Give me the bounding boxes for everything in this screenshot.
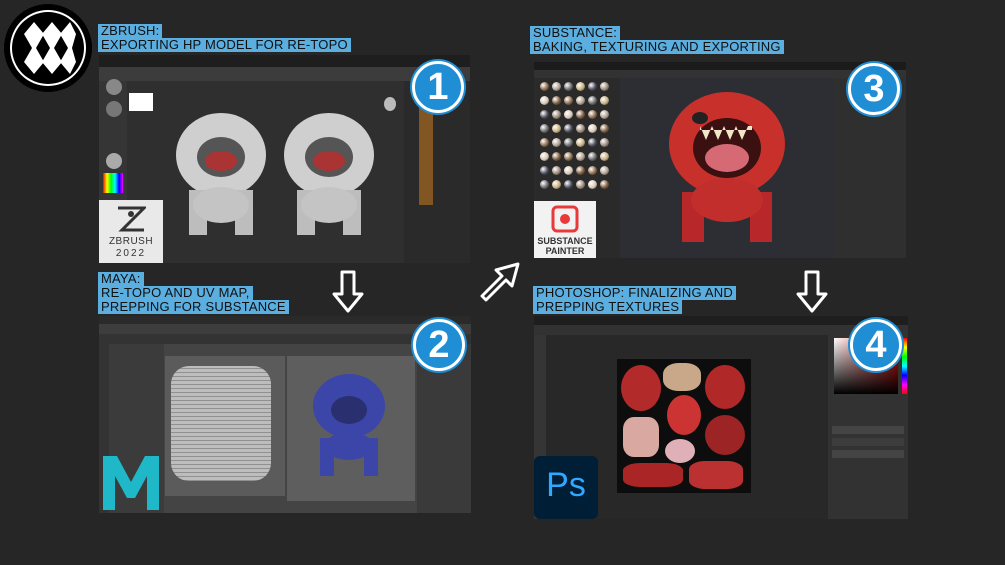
material-swatch	[540, 82, 549, 91]
section-4-title-line-1: PHOTOSHOP: FINALIZING AND	[533, 286, 736, 300]
material-swatch	[540, 152, 549, 161]
material-swatch	[564, 124, 573, 133]
material-swatch	[564, 82, 573, 91]
step-4-badge: 4	[850, 319, 902, 371]
section-2-title-line-2: RE-TOPO AND UV MAP,	[98, 286, 253, 300]
material-swatch	[564, 96, 573, 105]
arrow-down-icon	[332, 270, 364, 313]
material-swatch	[576, 110, 585, 119]
section-3-title-line-1: SUBSTANCE:	[530, 26, 621, 40]
uv-layout	[171, 366, 271, 481]
substance-logo-line-1: SUBSTANCE	[537, 236, 593, 246]
section-3-title-line-2: BAKING, TEXTURING AND EXPORTING	[530, 40, 784, 54]
section-2-title-line-3: PREPPING FOR SUBSTANCE	[98, 300, 289, 314]
material-swatch	[576, 180, 585, 189]
substance-painter-logo: SUBSTANCE PAINTER	[534, 201, 596, 258]
material-swatch	[540, 180, 549, 189]
step-1-badge: 1	[412, 61, 464, 113]
material-swatch	[600, 166, 609, 175]
zbrush-logo-year: 2022	[115, 248, 147, 259]
material-swatch	[600, 124, 609, 133]
material-swatch	[588, 110, 597, 119]
section-4-title-line-2: PREPPING TEXTURES	[533, 300, 683, 314]
section-2-title-line-1: MAYA:	[98, 272, 144, 286]
material-swatch	[540, 166, 549, 175]
photoshop-logo: Ps	[534, 456, 598, 519]
material-swatch	[552, 96, 561, 105]
zbrush-logo-name: ZBRUSH	[108, 236, 154, 247]
material-swatch	[600, 96, 609, 105]
material-swatch	[564, 110, 573, 119]
material-swatch	[600, 82, 609, 91]
brand-logo	[4, 4, 92, 92]
material-swatch	[564, 180, 573, 189]
material-swatch	[552, 166, 561, 175]
maya-logo	[99, 452, 163, 513]
zbrush-model-right	[284, 113, 374, 235]
material-swatch	[588, 166, 597, 175]
material-swatch	[588, 124, 597, 133]
material-swatch	[552, 124, 561, 133]
material-swatch	[552, 138, 561, 147]
material-swatch	[588, 180, 597, 189]
step-2-badge: 2	[413, 319, 465, 371]
material-swatch	[576, 152, 585, 161]
material-swatch	[564, 166, 573, 175]
material-swatch	[552, 180, 561, 189]
maya-wireframe-model	[313, 374, 385, 476]
material-swatch	[564, 138, 573, 147]
material-swatch	[600, 180, 609, 189]
zbrush-model-left	[176, 113, 266, 235]
zbrush-logo: ZBRUSH 2022	[99, 200, 163, 263]
photoshop-logo-text: Ps	[546, 466, 586, 504]
substance-logo-line-2: PAINTER	[545, 246, 585, 256]
material-swatch	[540, 96, 549, 105]
material-swatch	[588, 82, 597, 91]
section-1-title-line-2: EXPORTING HP MODEL FOR RE-TOPO	[98, 38, 351, 52]
material-swatch	[552, 110, 561, 119]
material-swatch	[552, 152, 561, 161]
material-swatch	[600, 110, 609, 119]
material-swatch	[552, 82, 561, 91]
arrow-up-right-icon	[480, 262, 520, 302]
substance-character	[669, 92, 785, 242]
material-swatch	[576, 138, 585, 147]
material-swatch	[576, 124, 585, 133]
section-1-title-line-1: ZBRUSH:	[98, 24, 163, 38]
step-3-badge: 3	[848, 63, 900, 115]
material-swatch	[576, 82, 585, 91]
material-swatch	[540, 138, 549, 147]
material-swatch	[540, 124, 549, 133]
arrow-down-icon-2	[796, 270, 828, 313]
material-swatch	[588, 138, 597, 147]
material-swatch	[564, 152, 573, 161]
texture-atlas	[617, 359, 751, 493]
material-swatch	[588, 96, 597, 105]
material-swatch	[540, 110, 549, 119]
material-swatch	[576, 96, 585, 105]
material-swatch	[600, 152, 609, 161]
material-swatch	[576, 166, 585, 175]
material-swatch	[600, 138, 609, 147]
material-swatch	[588, 152, 597, 161]
